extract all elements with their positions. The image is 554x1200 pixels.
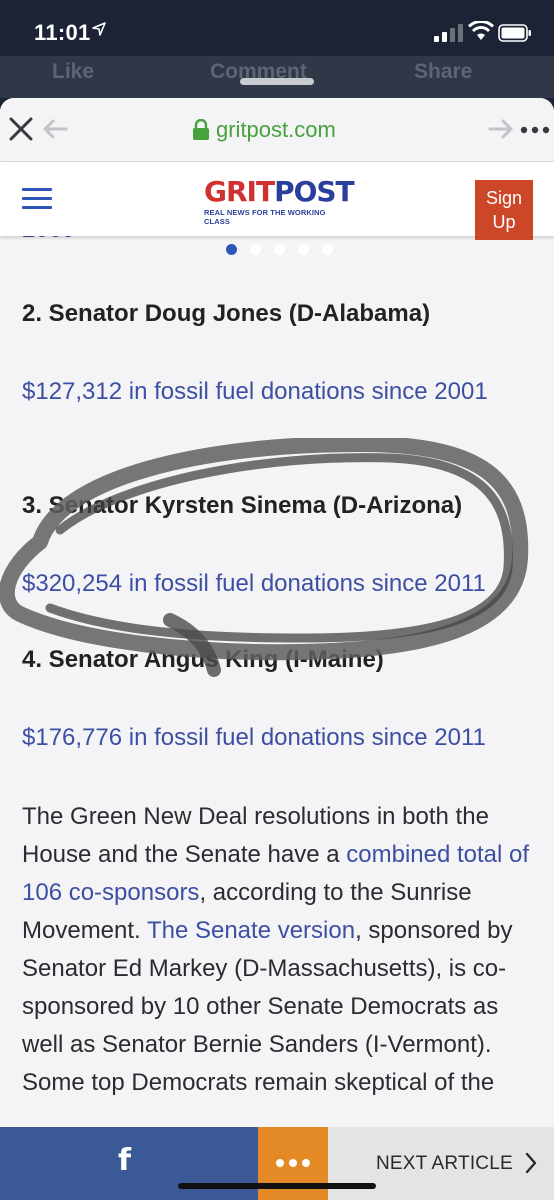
like-action: Like — [52, 60, 95, 83]
url-display[interactable]: gritpost.com — [192, 116, 336, 144]
carousel-dot[interactable] — [298, 244, 309, 255]
signup-label-line2: Up — [492, 212, 516, 232]
carousel-dot[interactable] — [274, 244, 285, 255]
location-arrow-icon — [92, 22, 106, 36]
share-action: Share — [414, 60, 473, 83]
donations-link[interactable]: $176,776 in fossil fuel donations since … — [22, 724, 486, 752]
signup-label-line1: Sign — [485, 188, 523, 208]
browser-sheet: gritpost.com GRITPOST REAL NEWS FOR THE … — [0, 98, 554, 1200]
back-arrow-icon[interactable] — [42, 118, 68, 140]
chevron-right-icon — [525, 1152, 537, 1174]
sheet-grab-handle[interactable] — [240, 78, 314, 85]
carousel-dot[interactable] — [250, 244, 261, 255]
cellular-signal-icon — [434, 24, 463, 42]
facebook-share-button[interactable]: f — [0, 1127, 258, 1200]
senator-heading: 2. Senator Doug Jones (D-Alabama) — [22, 300, 431, 327]
logo-post-text: POST — [274, 175, 355, 208]
close-icon[interactable] — [8, 116, 34, 142]
facebook-icon: f — [118, 1143, 132, 1178]
logo-tagline: REAL NEWS FOR THE WORKING CLASS — [204, 208, 326, 226]
battery-icon — [498, 24, 531, 42]
senator-heading: 4. Senator Angus King (I-Maine) — [22, 646, 384, 673]
menu-icon[interactable] — [22, 188, 52, 210]
carousel-dot[interactable] — [226, 244, 237, 255]
senator-heading: 3. Senator Kyrsten Sinema (D-Arizona) — [22, 492, 463, 519]
article-paragraph: The Green New Deal resolutions in both t… — [22, 798, 534, 1102]
next-article-button[interactable]: NEXT ARTICLE — [328, 1127, 554, 1200]
carousel-dot[interactable] — [322, 244, 333, 255]
status-time: 11:01 — [34, 20, 91, 45]
wifi-icon — [468, 21, 494, 40]
more-share-button[interactable] — [258, 1127, 328, 1200]
url-text: gritpost.com — [216, 117, 336, 142]
lock-icon — [193, 119, 209, 140]
more-options-icon[interactable] — [520, 126, 550, 134]
hand-drawn-circle-annotation — [0, 438, 529, 677]
senate-version-link[interactable]: The Senate version — [147, 917, 355, 944]
signup-button[interactable]: Sign Up — [475, 180, 533, 240]
donations-link[interactable]: $127,312 in fossil fuel donations since … — [22, 378, 488, 406]
carousel-dots — [226, 244, 333, 255]
gritpost-logo[interactable]: GRITPOST REAL NEWS FOR THE WORKING CLASS — [204, 175, 355, 227]
more-dots-icon — [276, 1159, 310, 1167]
home-indicator[interactable] — [178, 1183, 376, 1189]
donations-link[interactable]: $320,254 in fossil fuel donations since … — [22, 570, 486, 598]
bottom-share-bar: f NEXT ARTICLE — [0, 1127, 554, 1200]
next-article-label: NEXT ARTICLE — [376, 1153, 513, 1174]
forward-arrow-icon[interactable] — [488, 118, 514, 140]
site-header: GRITPOST REAL NEWS FOR THE WORKING CLASS… — [0, 162, 554, 240]
browser-toolbar: gritpost.com — [0, 98, 554, 162]
logo-grit-text: GRIT — [204, 175, 275, 208]
facebook-action-bar: Like Comment Share — [0, 56, 554, 98]
